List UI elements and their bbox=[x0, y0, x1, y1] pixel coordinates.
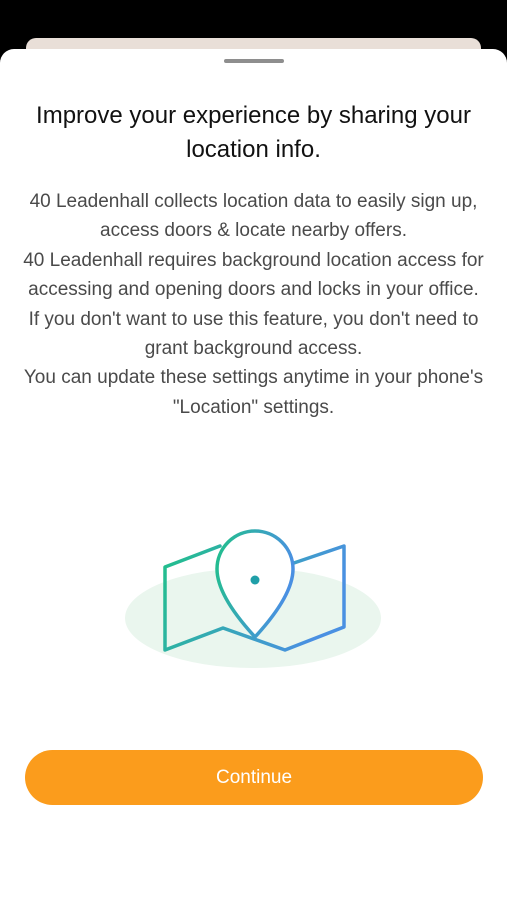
location-pin-dot bbox=[250, 575, 260, 585]
screen: Improve your experience by sharing your … bbox=[0, 0, 507, 900]
description-paragraph-collect: 40 Leadenhall collects location data to … bbox=[29, 191, 478, 242]
description-paragraph-background: 40 Leadenhall requires background locati… bbox=[23, 249, 484, 360]
sheet-drag-handle[interactable] bbox=[224, 59, 284, 63]
continue-button[interactable]: Continue bbox=[25, 750, 483, 805]
sheet-description: 40 Leadenhall collects location data to … bbox=[22, 187, 485, 422]
description-paragraph-settings: You can update these settings anytime in… bbox=[23, 367, 484, 418]
location-permission-sheet: Improve your experience by sharing your … bbox=[0, 49, 507, 900]
map-with-location-pin-icon bbox=[125, 529, 381, 668]
sheet-title: Improve your experience by sharing your … bbox=[36, 102, 471, 163]
